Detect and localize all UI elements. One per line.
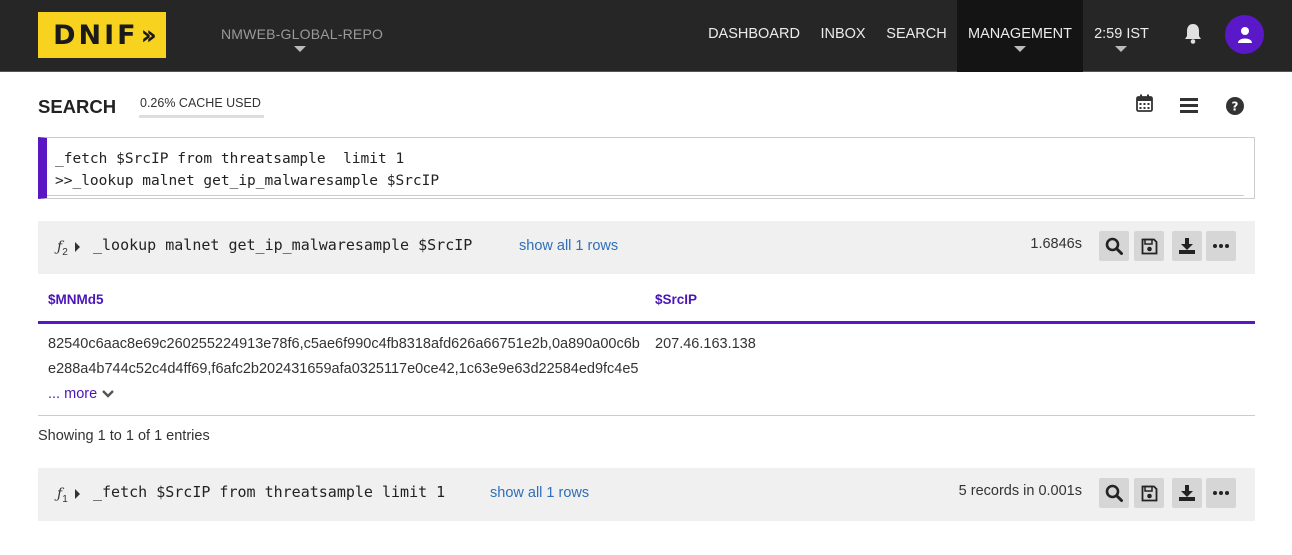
show-all-link[interactable]: show all 1 rows: [519, 238, 618, 254]
download-button[interactable]: [1172, 478, 1202, 508]
save-button[interactable]: [1134, 478, 1164, 508]
step-time: 1.6846s: [1030, 236, 1082, 252]
query-line-1: _fetch $SrcIP from threatsample limit 1: [55, 151, 405, 167]
download-icon: [1179, 485, 1195, 501]
repo-selector[interactable]: NMWEB-GLOBAL-REPO: [221, 26, 383, 42]
more-toggle[interactable]: ... more: [48, 386, 115, 402]
show-all-link[interactable]: show all 1 rows: [490, 485, 589, 501]
user-avatar[interactable]: [1225, 15, 1264, 54]
query-line-2: >>_lookup malnet get_ip_malwaresample $S…: [55, 173, 440, 189]
row-divider: [38, 415, 1255, 416]
more-icon: [1213, 244, 1229, 248]
query-editor[interactable]: _fetch $SrcIP from threatsample limit 1 …: [38, 137, 1255, 199]
repo-caret-icon[interactable]: [294, 46, 306, 52]
download-button[interactable]: [1172, 231, 1202, 261]
management-caret-icon[interactable]: [1014, 46, 1026, 52]
logo-text: DNIF: [53, 19, 139, 51]
column-header-mnmd5[interactable]: $MNMd5: [48, 292, 104, 307]
column-header-srcip[interactable]: $SrcIP: [655, 292, 697, 307]
query-underline: [47, 195, 1244, 196]
step-1-panel: ƒ1 _fetch $SrcIP from threatsample limit…: [38, 468, 1255, 521]
nav-management[interactable]: MANAGEMENT: [957, 0, 1083, 72]
table-cell-srcip: 207.46.163.138: [655, 336, 756, 352]
save-icon: [1141, 238, 1157, 254]
nav-search[interactable]: SEARCH: [882, 0, 951, 72]
header-divider: [38, 321, 1255, 324]
save-button[interactable]: [1134, 231, 1164, 261]
bell-icon[interactable]: [1183, 23, 1203, 50]
step-stats: 5 records in 0.001s: [958, 483, 1082, 499]
page-title: SEARCH: [38, 96, 117, 117]
search-button[interactable]: [1099, 478, 1129, 508]
step-2-panel: ƒ2 _lookup malnet get_ip_malwaresample $…: [38, 221, 1255, 274]
search-icon: [1105, 237, 1123, 255]
dnif-logo[interactable]: DNIF ››: [38, 12, 166, 58]
entries-count: Showing 1 to 1 of 1 entries: [38, 428, 210, 444]
help-icon[interactable]: ?: [1226, 97, 1244, 120]
function-label: ƒ1: [57, 486, 68, 505]
search-icon: [1105, 484, 1123, 502]
nav-inbox[interactable]: INBOX: [815, 0, 871, 72]
function-label: ƒ2: [57, 239, 68, 258]
step-command: _lookup malnet get_ip_malwaresample $Src…: [93, 236, 473, 254]
logo-chevrons-icon: ››: [140, 19, 157, 51]
cache-usage: 0.26% CACHE USED: [139, 96, 264, 118]
user-icon: [1237, 26, 1252, 43]
chevron-down-icon: [102, 390, 115, 398]
table-cell-md5: 82540c6aac8e69c260255224913e78f6,c5ae6f9…: [48, 332, 640, 407]
download-icon: [1179, 238, 1195, 254]
time-caret-icon[interactable]: [1115, 46, 1127, 52]
calendar-icon[interactable]: [1136, 94, 1153, 117]
nav-time[interactable]: 2:59 IST: [1089, 0, 1154, 72]
save-icon: [1141, 485, 1157, 501]
nav-dashboard[interactable]: DASHBOARD: [705, 0, 803, 72]
search-button[interactable]: [1099, 231, 1129, 261]
step-command: _fetch $SrcIP from threatsample limit 1: [93, 483, 446, 501]
expand-caret-icon[interactable]: [75, 242, 80, 252]
top-nav: DNIF ›› NMWEB-GLOBAL-REPO DASHBOARD INBOX…: [0, 0, 1292, 72]
more-button[interactable]: [1206, 478, 1236, 508]
svg-text:?: ?: [1232, 100, 1239, 114]
expand-caret-icon[interactable]: [75, 489, 80, 499]
more-button[interactable]: [1206, 231, 1236, 261]
menu-icon[interactable]: [1180, 98, 1198, 118]
more-icon: [1213, 491, 1229, 495]
md5-value: 82540c6aac8e69c260255224913e78f6,c5ae6f9…: [48, 336, 640, 377]
